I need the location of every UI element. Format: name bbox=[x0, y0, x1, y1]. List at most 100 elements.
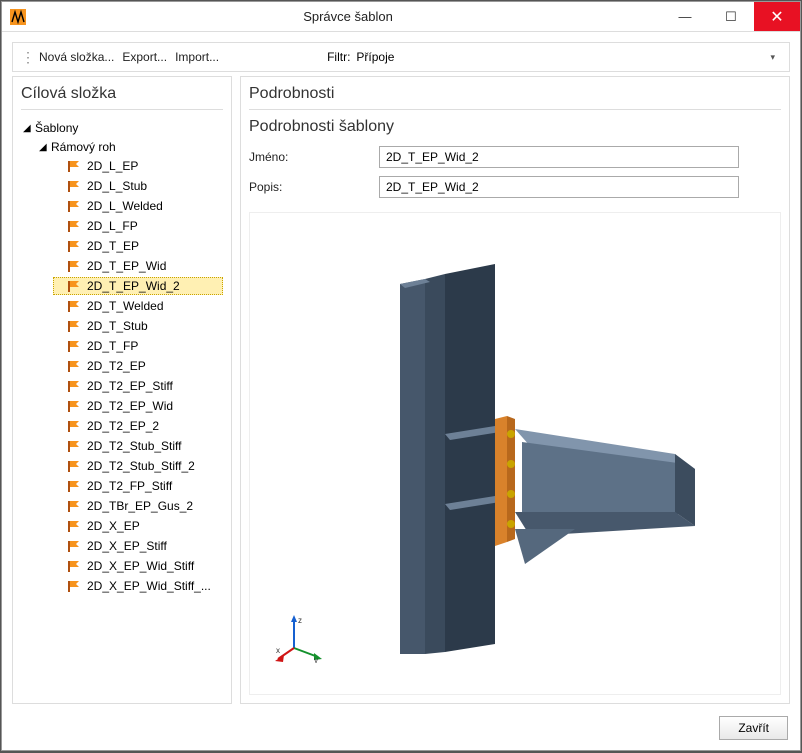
tree-item-label: 2D_T_Welded bbox=[87, 299, 164, 313]
tree-item-label: 2D_T2_EP_2 bbox=[87, 419, 159, 433]
tree-item[interactable]: 2D_X_EP bbox=[53, 517, 223, 535]
tree-item[interactable]: 2D_T2_EP bbox=[53, 357, 223, 375]
desc-row: Popis: bbox=[249, 176, 781, 198]
tree-item-label: 2D_L_FP bbox=[87, 219, 138, 233]
maximize-button[interactable]: ☐ bbox=[708, 2, 754, 31]
titlebar: Správce šablon — ☐ ✕ bbox=[2, 2, 800, 32]
tree-item[interactable]: 2D_L_Welded bbox=[53, 197, 223, 215]
flag-icon bbox=[67, 420, 81, 432]
new-folder-button[interactable]: Nová složka... bbox=[39, 50, 114, 64]
tree-item[interactable]: 2D_T2_FP_Stiff bbox=[53, 477, 223, 495]
expander-icon[interactable]: ◢ bbox=[39, 142, 51, 153]
tree-root[interactable]: ◢ Šablony bbox=[21, 119, 223, 137]
tree-item[interactable]: 2D_T2_EP_Wid bbox=[53, 397, 223, 415]
minimize-button[interactable]: — bbox=[662, 2, 708, 31]
export-button[interactable]: Export... bbox=[122, 50, 167, 64]
tree-item-label: 2D_L_Stub bbox=[87, 179, 147, 193]
flag-icon bbox=[67, 520, 81, 532]
name-label: Jméno: bbox=[249, 150, 379, 164]
connection-illustration bbox=[315, 254, 715, 654]
tree-item[interactable]: 2D_L_FP bbox=[53, 217, 223, 235]
tree-item-label: 2D_T2_Stub_Stiff_2 bbox=[87, 459, 195, 473]
content: Cílová složka ◢ Šablony ◢ bbox=[2, 76, 800, 710]
left-header: Cílová složka bbox=[21, 85, 223, 110]
close-dialog-button[interactable]: Zavřít bbox=[719, 716, 788, 740]
tree-item[interactable]: 2D_TBr_EP_Gus_2 bbox=[53, 497, 223, 515]
tree-item-label: 2D_T2_Stub_Stiff bbox=[87, 439, 182, 453]
flag-icon bbox=[67, 200, 81, 212]
tree-group-label: Rámový roh bbox=[51, 140, 116, 154]
tree-item[interactable]: 2D_L_EP bbox=[53, 157, 223, 175]
flag-icon bbox=[67, 540, 81, 552]
flag-icon bbox=[67, 260, 81, 272]
close-button[interactable]: ✕ bbox=[754, 2, 800, 31]
tree-item-label: 2D_T2_EP bbox=[87, 359, 146, 373]
tree-item[interactable]: 2D_T2_Stub_Stiff_2 bbox=[53, 457, 223, 475]
name-input[interactable] bbox=[379, 146, 739, 168]
flag-icon bbox=[67, 500, 81, 512]
flag-icon bbox=[67, 320, 81, 332]
tree-item[interactable]: 2D_T2_EP_2 bbox=[53, 417, 223, 435]
preview-3d[interactable]: z y x bbox=[249, 212, 781, 695]
tree-item-label: 2D_T_FP bbox=[87, 339, 138, 353]
tree-item[interactable]: 2D_T_Welded bbox=[53, 297, 223, 315]
tree-item[interactable]: 2D_T_FP bbox=[53, 337, 223, 355]
tree-item-label: 2D_X_EP bbox=[87, 519, 140, 533]
flag-icon bbox=[67, 300, 81, 312]
tree-item-label: 2D_TBr_EP_Gus_2 bbox=[87, 499, 193, 513]
tree-root-label: Šablony bbox=[35, 121, 78, 135]
flag-icon bbox=[67, 380, 81, 392]
window-title: Správce šablon bbox=[34, 9, 662, 24]
toolbar: ⋮ Nová složka... Export... Import... Fil… bbox=[12, 42, 790, 72]
flag-icon bbox=[67, 560, 81, 572]
flag-icon bbox=[67, 400, 81, 412]
app-icon bbox=[8, 7, 28, 27]
tree-item[interactable]: 2D_T_Stub bbox=[53, 317, 223, 335]
toolbar-grip-icon: ⋮ bbox=[21, 49, 35, 66]
tree-item-label: 2D_T_EP_Wid bbox=[87, 259, 166, 273]
import-button[interactable]: Import... bbox=[175, 50, 219, 64]
window-buttons: — ☐ ✕ bbox=[662, 2, 800, 31]
tree-item-label: 2D_X_EP_Wid_Stiff bbox=[87, 559, 194, 573]
right-header: Podrobnosti bbox=[249, 85, 781, 110]
tree-item[interactable]: 2D_T_EP bbox=[53, 237, 223, 255]
filter-dropdown[interactable]: Přípoje bbox=[356, 50, 486, 64]
tree-item[interactable]: 2D_X_EP_Wid_Stiff_... bbox=[53, 577, 223, 595]
axis-gizmo: z y x bbox=[274, 613, 324, 666]
flag-icon bbox=[67, 340, 81, 352]
desc-input[interactable] bbox=[379, 176, 739, 198]
flag-icon bbox=[67, 180, 81, 192]
right-subheader: Podrobnosti šablony bbox=[249, 118, 781, 136]
svg-text:z: z bbox=[298, 616, 302, 625]
expander-icon[interactable]: ◢ bbox=[23, 123, 35, 134]
flag-icon bbox=[67, 240, 81, 252]
flag-icon bbox=[67, 480, 81, 492]
tree-item[interactable]: 2D_X_EP_Wid_Stiff bbox=[53, 557, 223, 575]
tree-item-label: 2D_T_EP_Wid_2 bbox=[87, 279, 180, 293]
tree-item-label: 2D_X_EP_Wid_Stiff_... bbox=[87, 579, 211, 593]
template-tree[interactable]: ◢ Šablony ◢ Rámový roh 2D_L_EP 2D_L_Stub 2… bbox=[21, 118, 223, 695]
tree-item-label: 2D_L_Welded bbox=[87, 199, 163, 213]
tree-item-label: 2D_T2_EP_Stiff bbox=[87, 379, 173, 393]
tree-group[interactable]: ◢ Rámový roh bbox=[37, 138, 223, 156]
flag-icon bbox=[67, 580, 81, 592]
tree-item[interactable]: 2D_T_EP_Wid bbox=[53, 257, 223, 275]
tree-item-label: 2D_T_Stub bbox=[87, 319, 148, 333]
flag-icon bbox=[67, 460, 81, 472]
tree-item[interactable]: 2D_T2_EP_Stiff bbox=[53, 377, 223, 395]
chevron-down-icon[interactable]: ▾ bbox=[770, 52, 775, 63]
tree-item-label: 2D_X_EP_Stiff bbox=[87, 539, 167, 553]
tree-item[interactable]: 2D_X_EP_Stiff bbox=[53, 537, 223, 555]
svg-text:y: y bbox=[314, 656, 318, 663]
desc-label: Popis: bbox=[249, 180, 379, 194]
tree-wrap: ◢ Šablony ◢ Rámový roh 2D_L_EP 2D_L_Stub 2… bbox=[21, 118, 223, 695]
tree-item[interactable]: 2D_T_EP_Wid_2 bbox=[53, 277, 223, 295]
tree-item[interactable]: 2D_L_Stub bbox=[53, 177, 223, 195]
footer: Zavřít bbox=[2, 710, 800, 750]
name-row: Jméno: bbox=[249, 146, 781, 168]
tree-item[interactable]: 2D_T2_Stub_Stiff bbox=[53, 437, 223, 455]
tree-item-label: 2D_T2_FP_Stiff bbox=[87, 479, 172, 493]
right-panel: Podrobnosti Podrobnosti šablony Jméno: P… bbox=[240, 76, 790, 704]
flag-icon bbox=[67, 280, 81, 292]
flag-icon bbox=[67, 360, 81, 372]
